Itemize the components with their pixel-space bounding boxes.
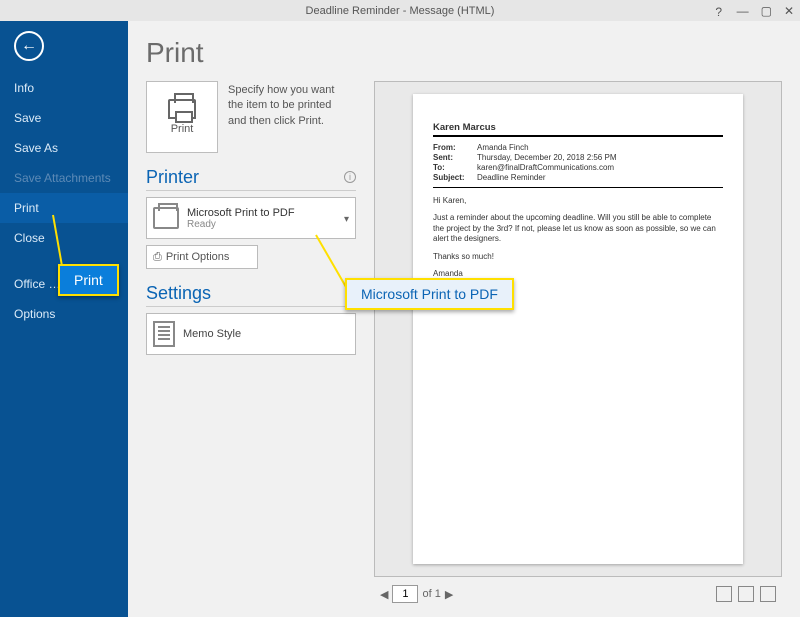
sidebar-item-info[interactable]: Info: [0, 73, 128, 103]
print-options-button[interactable]: ⎙ Print Options: [146, 245, 258, 269]
preview-subject-key: Subject:: [433, 172, 477, 182]
sidebar-item-label: Save: [14, 111, 41, 125]
preview-sent-value: Thursday, December 20, 2018 2:56 PM: [477, 152, 723, 162]
preview-to-key: To:: [433, 162, 477, 172]
sidebar-item-label: Save Attachments: [14, 171, 111, 185]
next-page-button[interactable]: ▶: [445, 588, 453, 601]
minimize-button[interactable]: —: [737, 4, 749, 18]
style-selector[interactable]: Memo Style: [146, 313, 356, 355]
outlook-backstage-print: Deadline Reminder - Message (HTML) ? — ▢…: [0, 0, 800, 617]
preview-signoff: Thanks so much!: [433, 252, 723, 262]
preview-divider: [433, 187, 723, 188]
sidebar-item-label: Save As: [14, 141, 58, 155]
pager-tools: [716, 586, 776, 602]
sidebar-item-label: Close: [14, 231, 45, 245]
preview-subject-value: Deadline Reminder: [477, 172, 723, 182]
document-icon: [153, 321, 175, 347]
print-preview[interactable]: Karen Marcus From:Amanda Finch Sent:Thur…: [374, 81, 782, 577]
window-title: Deadline Reminder - Message (HTML): [306, 5, 495, 17]
printer-heading: Printer i: [146, 167, 356, 191]
backstage-main: Print Print Specify how you want the ite…: [128, 21, 800, 617]
zoom-multipage-icon[interactable]: [760, 586, 776, 602]
zoom-actual-icon[interactable]: [738, 586, 754, 602]
page-count-label: of 1: [422, 588, 440, 600]
printer-selector[interactable]: Microsoft Print to PDF Ready ▾: [146, 197, 356, 239]
left-column: Print Specify how you want the item to b…: [146, 81, 356, 607]
preview-greeting: Hi Karen,: [433, 196, 723, 206]
sidebar-item-save-attachments: Save Attachments: [0, 163, 128, 193]
sidebar-item-save-as[interactable]: Save As: [0, 133, 128, 163]
preview-from-value: Amanda Finch: [477, 142, 723, 152]
preview-header-table: From:Amanda Finch Sent:Thursday, Decembe…: [433, 142, 723, 182]
columns: Print Specify how you want the item to b…: [146, 81, 782, 607]
pager-nav: ◀ of 1 ▶: [380, 585, 453, 603]
page-number-input[interactable]: [392, 585, 418, 603]
page-title: Print: [146, 37, 782, 69]
printer-heading-label: Printer: [146, 167, 199, 187]
preview-recipient: Karen Marcus: [433, 122, 723, 137]
print-button-label: Print: [171, 123, 194, 135]
callout-printer: Microsoft Print to PDF: [345, 278, 514, 310]
print-instructions: Specify how you want the item to be prin…: [228, 81, 348, 129]
settings-heading: Settings: [146, 283, 356, 307]
callout-print: Print: [58, 264, 119, 296]
printer-status: Ready: [187, 219, 295, 230]
arrow-left-icon: ←: [21, 37, 37, 55]
print-button[interactable]: Print: [146, 81, 218, 153]
close-button[interactable]: ✕: [784, 4, 794, 18]
sidebar-item-label: Info: [14, 81, 34, 95]
back-button[interactable]: ←: [14, 31, 44, 61]
sidebar-item-print[interactable]: Print: [0, 193, 128, 223]
printer-icon: [153, 207, 179, 229]
window-controls: — ▢ ✕: [737, 4, 794, 18]
right-column: Karen Marcus From:Amanda Finch Sent:Thur…: [374, 81, 782, 607]
preview-body: Just a reminder about the upcoming deadl…: [433, 213, 723, 244]
preview-from-key: From:: [433, 142, 477, 152]
sidebar-item-label: Print: [14, 201, 39, 215]
printer-icon: [168, 99, 196, 119]
maximize-button[interactable]: ▢: [761, 4, 772, 18]
help-icon[interactable]: ?: [715, 5, 722, 19]
style-name: Memo Style: [183, 328, 241, 340]
printer-text: Microsoft Print to PDF Ready: [187, 207, 295, 230]
sidebar-item-close[interactable]: Close: [0, 223, 128, 253]
title-bar: Deadline Reminder - Message (HTML) ? — ▢…: [0, 0, 800, 21]
preview-pager: ◀ of 1 ▶: [374, 577, 782, 607]
sidebar-item-options[interactable]: Options: [0, 299, 128, 329]
gear-icon: ⎙: [153, 251, 162, 264]
backstage-sidebar: ← Info Save Save As Save Attachments Pri…: [0, 21, 128, 617]
printer-name: Microsoft Print to PDF: [187, 207, 295, 219]
print-options-label: Print Options: [166, 251, 230, 263]
body-row: ← Info Save Save As Save Attachments Pri…: [0, 21, 800, 617]
sidebar-item-save[interactable]: Save: [0, 103, 128, 133]
preview-to-value: karen@finalDraftCommunications.com: [477, 162, 723, 172]
sidebar-item-label: Options: [14, 307, 55, 321]
info-icon[interactable]: i: [344, 171, 356, 183]
sidebar-item-label: Office …: [14, 277, 60, 291]
prev-page-button[interactable]: ◀: [380, 588, 388, 601]
preview-page: Karen Marcus From:Amanda Finch Sent:Thur…: [413, 94, 743, 564]
chevron-down-icon: ▾: [344, 214, 349, 225]
zoom-fit-icon[interactable]: [716, 586, 732, 602]
preview-sent-key: Sent:: [433, 152, 477, 162]
print-button-row: Print Specify how you want the item to b…: [146, 81, 356, 153]
